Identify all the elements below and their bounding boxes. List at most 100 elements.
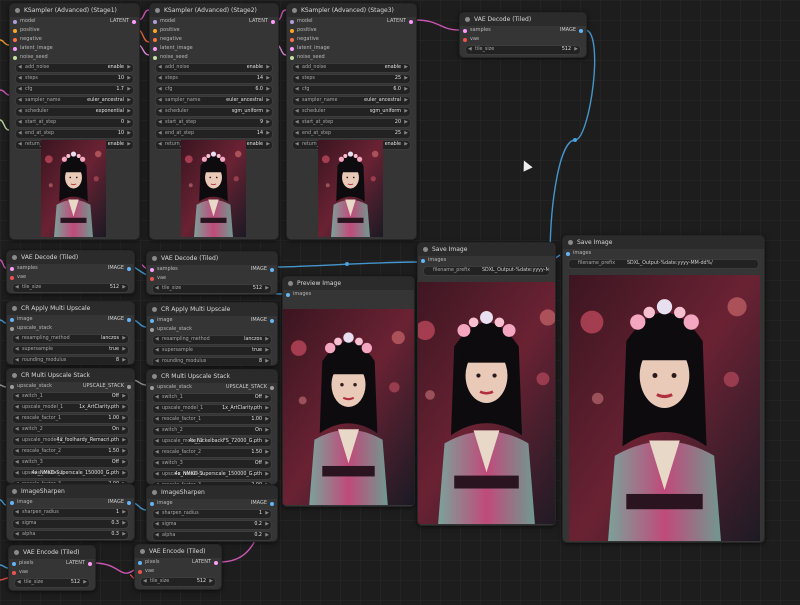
- input-slot-latent_image[interactable]: latent_image: [287, 44, 416, 53]
- arrow-right-icon[interactable]: ▶: [404, 86, 408, 94]
- widget-resampling-method[interactable]: ◀ resampling_method lanczos ▶: [152, 335, 272, 345]
- input-socket[interactable]: [290, 28, 294, 33]
- arrow-right-icon[interactable]: ▶: [122, 404, 126, 412]
- widget-switch-1[interactable]: ◀ switch_1 Off ▶: [12, 392, 129, 402]
- widget-cfg[interactable]: ◀ cfg 6.0 ▶: [292, 85, 411, 95]
- arrow-left-icon[interactable]: ◀: [15, 393, 19, 401]
- input-slot-samples[interactable]: samples IMAGE: [7, 264, 134, 273]
- input-socket[interactable]: [290, 37, 294, 42]
- arrow-right-icon[interactable]: ▶: [404, 75, 408, 83]
- input-slot-upscale_stack[interactable]: upscale_stack UPSCALE_STACK: [7, 382, 134, 391]
- arrow-right-icon[interactable]: ▶: [404, 108, 408, 116]
- node-title[interactable]: CR Multi Upscale Stack: [147, 370, 277, 383]
- input-socket[interactable]: [150, 267, 154, 272]
- widget-switch-2[interactable]: ◀ switch_2 On ▶: [12, 425, 129, 435]
- vae-decode-tiled-node[interactable]: VAE Decode (Tiled) samples IMAGE vae ◀ tile_s…: [459, 12, 587, 58]
- collapse-dot-icon[interactable]: [12, 255, 17, 260]
- widget-sigma[interactable]: ◀ sigma 0.2 ▶: [152, 520, 272, 530]
- widget-add-noise[interactable]: ◀ add_noise enable ▶: [292, 63, 411, 73]
- input-slot-upscale_stack[interactable]: upscale_stack: [147, 325, 277, 334]
- arrow-left-icon[interactable]: ◀: [155, 427, 159, 435]
- node-title[interactable]: Preview Image: [283, 277, 414, 290]
- arrow-left-icon[interactable]: ◀: [158, 75, 162, 83]
- arrow-left-icon[interactable]: ◀: [18, 64, 22, 72]
- arrow-left-icon[interactable]: ◀: [143, 578, 147, 586]
- input-slot-pixels[interactable]: pixels LATENT: [135, 558, 221, 567]
- node-title[interactable]: Save Image: [418, 243, 555, 256]
- arrow-right-icon[interactable]: ▶: [122, 357, 126, 364]
- widget-sigma[interactable]: ◀ sigma 0.3 ▶: [12, 519, 129, 529]
- arrow-left-icon[interactable]: ◀: [468, 46, 472, 54]
- input-socket[interactable]: [463, 37, 467, 42]
- input-socket[interactable]: [10, 326, 14, 331]
- arrow-right-icon[interactable]: ▶: [127, 64, 131, 72]
- input-socket[interactable]: [290, 46, 294, 51]
- widget-add-noise[interactable]: ◀ add_noise enable ▶: [155, 63, 273, 73]
- arrow-left-icon[interactable]: ◀: [15, 459, 19, 467]
- input-socket[interactable]: [153, 46, 157, 51]
- widget-start-at-step[interactable]: ◀ start_at_step 0 ▶: [15, 118, 134, 128]
- node-title[interactable]: CR Apply Multi Upscale: [147, 303, 277, 316]
- input-socket[interactable]: [138, 560, 142, 565]
- arrow-left-icon[interactable]: ◀: [155, 394, 159, 402]
- input-socket[interactable]: [10, 500, 14, 505]
- arrow-right-icon[interactable]: ▶: [266, 86, 270, 94]
- arrow-left-icon[interactable]: ◀: [155, 532, 159, 540]
- arrow-left-icon[interactable]: ◀: [15, 426, 19, 434]
- widget-upscale-model-2[interactable]: ◀ upscale_model_2 4x_NickelbackFS_72000_G.…: [152, 437, 272, 447]
- widget-start-at-step[interactable]: ◀ start_at_step 9 ▶: [155, 118, 273, 128]
- arrow-left-icon[interactable]: ◀: [15, 357, 19, 364]
- arrow-right-icon[interactable]: ▶: [266, 141, 270, 149]
- cr-multi-upscale-stack-node[interactable]: CR Multi Upscale Stack upscale_stack UPSCA…: [146, 369, 278, 485]
- arrow-right-icon[interactable]: ▶: [127, 141, 131, 149]
- collapse-dot-icon[interactable]: [155, 8, 160, 13]
- arrow-right-icon[interactable]: ▶: [127, 75, 131, 83]
- collapse-dot-icon[interactable]: [568, 240, 573, 245]
- collapse-dot-icon[interactable]: [292, 8, 297, 13]
- widget-tile-size[interactable]: ◀ tile_size 512 ▶: [465, 45, 581, 55]
- arrow-right-icon[interactable]: ▶: [127, 86, 131, 94]
- output-socket[interactable]: [127, 384, 131, 389]
- arrow-right-icon[interactable]: ▶: [122, 470, 126, 478]
- arrow-left-icon[interactable]: ◀: [15, 470, 19, 478]
- collapse-dot-icon[interactable]: [288, 281, 293, 286]
- image-sharpen-node[interactable]: ImageSharpen image IMAGE ◀ sharpen_radius 1 ▶ ◀…: [6, 484, 135, 541]
- input-slot-latent_image[interactable]: latent_image: [150, 44, 278, 53]
- input-slot-vae[interactable]: vae: [7, 273, 134, 282]
- output-socket[interactable]: [127, 266, 131, 271]
- arrow-left-icon[interactable]: ◀: [295, 130, 299, 138]
- widget-alpha[interactable]: ◀ alpha 0.3 ▶: [12, 530, 129, 540]
- input-slot-model[interactable]: model LATENT: [150, 17, 278, 26]
- arrow-right-icon[interactable]: ▶: [127, 97, 131, 105]
- collapse-dot-icon[interactable]: [14, 550, 19, 555]
- input-socket[interactable]: [286, 292, 290, 297]
- ksampler-stage2-node[interactable]: KSampler (Advanced) (Stage2) model LATENT p…: [149, 3, 279, 240]
- arrow-right-icon[interactable]: ▶: [265, 471, 269, 479]
- collapse-dot-icon[interactable]: [152, 307, 157, 312]
- input-socket[interactable]: [13, 28, 17, 33]
- input-socket[interactable]: [150, 276, 154, 281]
- input-slot-samples[interactable]: samples IMAGE: [460, 26, 586, 35]
- widget-scheduler[interactable]: ◀ scheduler sgm_uniform ▶: [292, 107, 411, 117]
- input-socket[interactable]: [10, 275, 14, 280]
- widget-switch-2[interactable]: ◀ switch_2 On ▶: [152, 426, 272, 436]
- input-socket[interactable]: [13, 46, 17, 51]
- arrow-right-icon[interactable]: ▶: [404, 64, 408, 72]
- input-socket[interactable]: [150, 318, 154, 323]
- node-title[interactable]: KSampler (Advanced) (Stage3): [287, 4, 416, 17]
- widget-sharpen-radius[interactable]: ◀ sharpen_radius 1 ▶: [152, 509, 272, 519]
- image-sharpen-node[interactable]: ImageSharpen image IMAGE ◀ sharpen_radius 1 ▶ ◀…: [146, 485, 278, 542]
- arrow-left-icon[interactable]: ◀: [158, 108, 162, 116]
- arrow-left-icon[interactable]: ◀: [18, 141, 22, 149]
- widget-cfg[interactable]: ◀ cfg 6.0 ▶: [155, 85, 273, 95]
- vae-encode-tiled-node[interactable]: VAE Encode (Tiled) pixels LATENT vae ◀ tile_s…: [134, 544, 222, 590]
- cr-apply-multi-upscale-node[interactable]: CR Apply Multi Upscale image IMAGE upscale_…: [146, 302, 278, 366]
- arrow-right-icon[interactable]: ▶: [127, 119, 131, 127]
- widget-upscale-model-3[interactable]: ◀ upscale_model_3 4x_NMKD-Superscale_15000…: [12, 469, 129, 479]
- input-slot-negative[interactable]: negative: [10, 35, 139, 44]
- input-slot-latent_image[interactable]: latent_image: [10, 44, 139, 53]
- arrow-left-icon[interactable]: ◀: [158, 119, 162, 127]
- vae-decode-tiled-node[interactable]: VAE Decode (Tiled) samples IMAGE vae ◀ tile_s…: [146, 251, 278, 295]
- arrow-left-icon[interactable]: ◀: [155, 460, 159, 468]
- arrow-left-icon[interactable]: ◀: [158, 141, 162, 149]
